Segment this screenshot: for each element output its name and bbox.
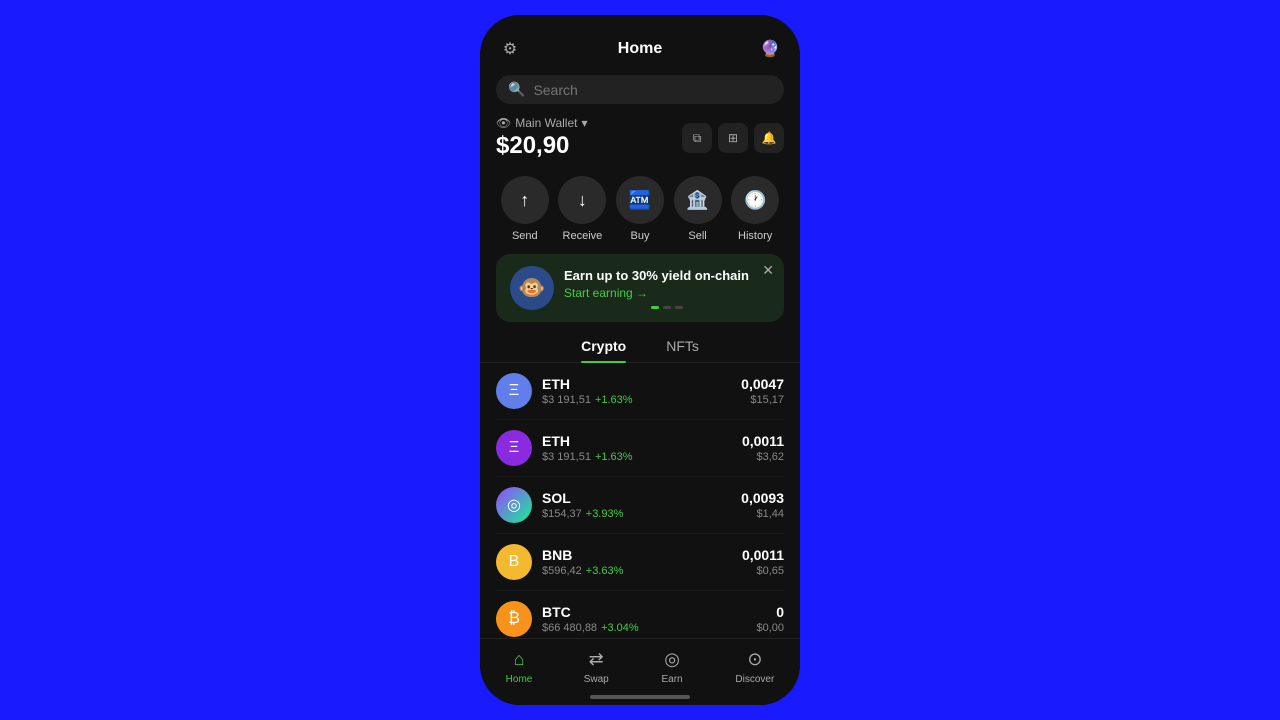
dot-1	[651, 306, 659, 309]
eye-icon: 👁	[496, 116, 511, 130]
chevron-down-icon[interactable]: ▾	[581, 116, 587, 130]
wallet-actions: ⧉ ⊞ 🔔	[682, 123, 784, 153]
receive-label: Receive	[563, 230, 603, 242]
asset-info-sol: SOL $154,37 +3.93%	[542, 490, 741, 520]
asset-tabs: Crypto NFTs	[480, 334, 800, 363]
list-item[interactable]: ◎ SOL $154,37 +3.93% 0,0093 $1,44	[496, 477, 784, 534]
asset-info-btc: BTC $66 480,88 +3.04%	[542, 604, 756, 634]
eth-icon-1: Ξ	[496, 373, 532, 409]
send-label: Send	[512, 230, 538, 242]
sell-action[interactable]: 🏦 Sell	[674, 176, 722, 242]
list-item[interactable]: Ξ ETH $3 191,51 +1.63% 0,0011 $3,62	[496, 420, 784, 477]
asset-values-eth2: 0,0011 $3,62	[742, 433, 784, 463]
search-input[interactable]	[533, 82, 772, 98]
connect-button[interactable]: 🔮	[756, 35, 784, 63]
buy-circle: 🏧	[616, 176, 664, 224]
settings-button[interactable]: ⚙	[496, 35, 524, 63]
search-icon: 🔍	[508, 81, 525, 98]
tab-nfts[interactable]: NFTs	[666, 338, 699, 362]
notify-button[interactable]: 🔔	[754, 123, 784, 153]
list-item[interactable]: B BNB $596,42 +3.63% 0,0011 $0,65	[496, 534, 784, 591]
wallet-section: 👁 Main Wallet ▾ $20,90 ⧉ ⊞ 🔔	[480, 112, 800, 168]
sol-icon: ◎	[496, 487, 532, 523]
wallet-amount: $20,90	[496, 132, 588, 160]
asset-info-eth1: ETH $3 191,51 +1.63%	[542, 376, 741, 406]
asset-values-sol: 0,0093 $1,44	[741, 490, 784, 520]
asset-info-eth2: ETH $3 191,51 +1.63%	[542, 433, 742, 463]
promo-link[interactable]: Start earning →	[564, 286, 770, 300]
promo-close-button[interactable]: ✕	[762, 262, 774, 279]
sell-circle: 🏦	[674, 176, 722, 224]
page-title: Home	[618, 40, 662, 58]
scan-button[interactable]: ⊞	[718, 123, 748, 153]
promo-text: Earn up to 30% yield on-chain Start earn…	[564, 268, 770, 309]
promo-title: Earn up to 30% yield on-chain	[564, 268, 770, 283]
eth-icon-2: Ξ	[496, 430, 532, 466]
list-item[interactable]: Ξ ETH $3 191,51 +1.63% 0,0047 $15,17	[496, 363, 784, 420]
discover-icon: ⊙	[743, 647, 767, 671]
send-action[interactable]: ↑ Send	[501, 176, 549, 242]
wallet-label: 👁 Main Wallet ▾	[496, 116, 588, 130]
wallet-info: 👁 Main Wallet ▾ $20,90	[496, 116, 588, 160]
history-circle: 🕐	[731, 176, 779, 224]
bnb-icon: B	[496, 544, 532, 580]
promo-banner: 🐵 Earn up to 30% yield on-chain Start ea…	[496, 254, 784, 322]
nav-swap[interactable]: ⇄ Swap	[572, 647, 621, 685]
buy-label: Buy	[631, 230, 650, 242]
header: ⚙ Home 🔮	[480, 27, 800, 71]
asset-values-eth1: 0,0047 $15,17	[741, 376, 784, 406]
discover-nav-label: Discover	[735, 674, 774, 685]
nav-earn[interactable]: ◎ Earn	[648, 647, 696, 685]
earn-nav-label: Earn	[662, 674, 683, 685]
bottom-nav: ⌂ Home ⇄ Swap ◎ Earn ⊙ Discover	[480, 638, 800, 689]
send-circle: ↑	[501, 176, 549, 224]
quick-actions: ↑ Send ↓ Receive 🏧 Buy 🏦 Sell 🕐 History	[480, 168, 800, 254]
tab-crypto[interactable]: Crypto	[581, 338, 626, 362]
asset-values-bnb: 0,0011 $0,65	[742, 547, 784, 577]
home-nav-label: Home	[506, 674, 533, 685]
list-item[interactable]: ₿ BTC $66 480,88 +3.04% 0 $0,00	[496, 591, 784, 638]
home-indicator	[480, 689, 800, 705]
history-label: History	[738, 230, 772, 242]
home-icon: ⌂	[507, 647, 531, 671]
receive-action[interactable]: ↓ Receive	[558, 176, 606, 242]
buy-action[interactable]: 🏧 Buy	[616, 176, 664, 242]
swap-nav-label: Swap	[584, 674, 609, 685]
sell-label: Sell	[688, 230, 706, 242]
copy-button[interactable]: ⧉	[682, 123, 712, 153]
dot-3	[675, 306, 683, 309]
history-action[interactable]: 🕐 History	[731, 176, 779, 242]
promo-icon: 🐵	[510, 266, 554, 310]
home-bar	[590, 695, 690, 699]
asset-info-bnb: BNB $596,42 +3.63%	[542, 547, 742, 577]
phone-container: ⚙ Home 🔮 🔍 👁 Main Wallet ▾ $20,90 ⧉ ⊞ 🔔	[480, 15, 800, 705]
btc-icon: ₿	[496, 601, 532, 637]
receive-circle: ↓	[558, 176, 606, 224]
search-bar: 🔍	[496, 75, 784, 104]
asset-values-btc: 0 $0,00	[756, 604, 784, 634]
asset-list: Ξ ETH $3 191,51 +1.63% 0,0047 $15,17 Ξ E…	[480, 363, 800, 638]
swap-icon: ⇄	[584, 647, 608, 671]
promo-dots	[564, 306, 770, 309]
status-bar	[480, 15, 800, 27]
settings-icon: ⚙	[503, 39, 517, 59]
nav-discover[interactable]: ⊙ Discover	[723, 647, 786, 685]
connect-icon: 🔮	[760, 39, 780, 59]
nav-home[interactable]: ⌂ Home	[494, 647, 545, 685]
earn-icon: ◎	[660, 647, 684, 671]
dot-2	[663, 306, 671, 309]
